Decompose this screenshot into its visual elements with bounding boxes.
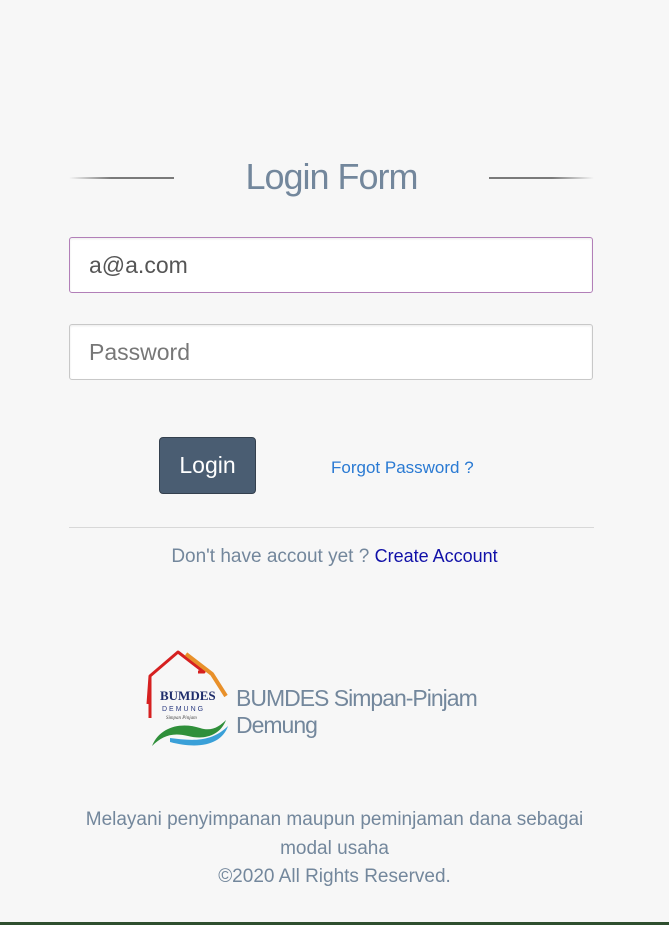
signup-row: Don't have accout yet ? Create Account	[0, 546, 669, 568]
copyright: ©2020 All Rights Reserved.	[218, 866, 451, 887]
signup-prompt: Don't have accout yet ?	[171, 546, 375, 567]
title-divider-right	[489, 177, 594, 179]
login-button[interactable]: Login	[159, 437, 256, 494]
email-field[interactable]	[69, 237, 593, 293]
footer: Melayani penyimpanan maupun peminjaman d…	[0, 806, 669, 892]
logo-wordmark: BUMDES	[160, 688, 216, 703]
logo-subtext: DEMUNG	[162, 706, 205, 713]
footer-description: Melayani penyimpanan maupun peminjaman d…	[85, 809, 584, 859]
login-form-header: Login Form	[69, 150, 594, 206]
create-account-link[interactable]: Create Account	[375, 546, 498, 566]
bumdes-logo: BUMDES DEMUNG Simpan Pinjam	[146, 650, 228, 746]
password-field[interactable]	[69, 324, 593, 380]
separator	[69, 527, 594, 528]
brand: BUMDES DEMUNG Simpan Pinjam BUMDES Simpa…	[140, 648, 560, 752]
forgot-password-link[interactable]: Forgot Password ?	[331, 458, 474, 478]
logo-tagline: Simpan Pinjam	[166, 716, 197, 721]
brand-name: BUMDES Simpan-Pinjam Demung	[236, 685, 478, 738]
